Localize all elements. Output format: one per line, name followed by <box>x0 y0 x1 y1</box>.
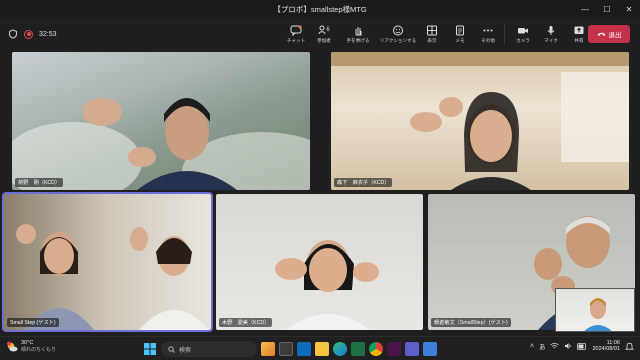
excel-icon[interactable] <box>351 342 365 356</box>
widgets-app-icon[interactable] <box>261 342 275 356</box>
recording-icon <box>24 29 33 39</box>
file-explorer-icon[interactable] <box>315 342 329 356</box>
share-icon <box>574 26 584 34</box>
participant-silhouette <box>331 52 629 190</box>
reaction-icon <box>393 25 403 35</box>
participant-silhouette <box>275 240 379 330</box>
video-tile-4[interactable]: 木野 愛美（KCD） <box>216 194 423 330</box>
edge-icon[interactable] <box>333 342 347 356</box>
more-icon <box>483 29 493 31</box>
participant-silhouette <box>16 224 209 330</box>
taskbar-search[interactable]: 検索 <box>161 341 257 357</box>
task-view-icon[interactable] <box>279 342 293 356</box>
volume-icon[interactable] <box>564 342 572 350</box>
leave-button[interactable]: 退出 <box>588 25 630 43</box>
outlook-icon[interactable] <box>297 342 311 356</box>
minimize-icon[interactable]: — <box>574 0 596 18</box>
wifi-icon[interactable] <box>550 342 560 350</box>
participant-silhouette <box>12 98 310 190</box>
maximize-icon[interactable]: ☐ <box>596 0 618 18</box>
video-tile-3[interactable]: Small Step (ゲスト) <box>2 192 213 332</box>
photos-icon[interactable] <box>423 342 437 356</box>
participant-name: 荷野 剛（KCD） <box>15 178 64 187</box>
raise-hand-icon <box>355 26 362 35</box>
weather-condition: 晴れのちくもり <box>21 347 57 354</box>
mic-icon <box>547 25 555 35</box>
video-tile-2[interactable]: 森下 麻衣子（KCD） <box>331 52 629 190</box>
notes-icon <box>456 25 464 35</box>
taskbar-clock[interactable]: 11:06 2024/08/01 <box>592 340 620 353</box>
leave-label: 退出 <box>608 32 622 39</box>
close-icon[interactable]: ✕ <box>618 0 640 18</box>
window-title-bar: 【プロボ】smallstep様MTG — ☐ ✕ <box>0 0 640 18</box>
chat-button[interactable]: チャット <box>282 18 310 50</box>
self-silhouette <box>584 298 612 331</box>
participant-name: 朝倉敏文（SmallStep）(ゲスト) <box>431 318 511 327</box>
camera-button[interactable]: カメラ <box>509 18 537 50</box>
window-title: 【プロボ】smallstep様MTG <box>273 4 367 14</box>
teams-icon[interactable] <box>405 342 419 356</box>
chrome-icon[interactable] <box>369 342 383 356</box>
camera-icon <box>518 27 528 33</box>
clock-date: 2024/08/01 <box>592 346 620 353</box>
participant-name: Small Step (ゲスト) <box>7 318 59 327</box>
input-language[interactable]: あ <box>539 341 546 351</box>
toolbar-divider <box>504 24 505 44</box>
search-icon <box>168 345 175 353</box>
self-view-tile[interactable] <box>555 288 635 332</box>
notification-bell-icon[interactable] <box>625 342 634 351</box>
participant-count: 6 <box>326 27 330 33</box>
view-icon <box>427 25 437 35</box>
taskbar-apps: 検索 <box>143 339 437 359</box>
participant-name: 木野 愛美（KCD） <box>219 318 273 327</box>
raise-hand-button[interactable]: 手を挙げる <box>338 18 378 50</box>
video-tile-1[interactable]: 荷野 剛（KCD） <box>12 52 310 190</box>
mic-button[interactable]: マイク <box>537 18 565 50</box>
more-button[interactable]: その他 <box>474 18 502 50</box>
view-button[interactable]: 表示 <box>418 18 446 50</box>
participant-name: 森下 麻衣子（KCD） <box>334 178 393 187</box>
search-placeholder: 検索 <box>179 347 192 354</box>
notes-button[interactable]: メモ <box>446 18 474 50</box>
participants-button[interactable]: 6 参加者 <box>310 18 338 50</box>
tray-chevron-up-icon[interactable]: ˄ <box>530 343 534 350</box>
meeting-toolbar: 32:53 チャット 6 参加者 手を挙げる リアクションする 表示 メモ その… <box>0 18 640 50</box>
weather-sun-cloud-icon <box>7 341 18 352</box>
system-tray: ˄ あ 11:06 2024/08/01 <box>530 340 634 353</box>
windows-taskbar: 30°C 晴れのちくもり 検索 ˄ あ 11:06 2024/08/01 <box>0 336 640 360</box>
battery-icon[interactable] <box>577 342 587 350</box>
meeting-timer: 32:53 <box>39 30 57 38</box>
windows-start-icon[interactable] <box>143 342 157 356</box>
window-controls: — ☐ ✕ <box>574 0 640 18</box>
phone-hangup-icon <box>597 32 605 36</box>
shield-icon <box>9 29 17 39</box>
people-icon <box>318 25 326 35</box>
weather-widget[interactable]: 30°C 晴れのちくもり <box>6 340 56 353</box>
slack-icon[interactable] <box>387 342 401 356</box>
reaction-button[interactable]: リアクションする <box>378 18 418 50</box>
chat-icon <box>290 24 302 36</box>
